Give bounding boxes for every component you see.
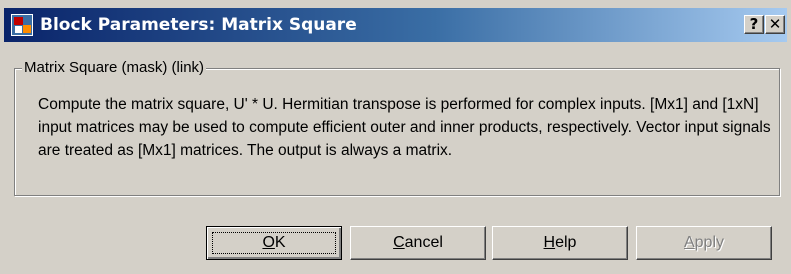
help-button-label: Help — [543, 234, 577, 251]
focus-rectangle — [212, 232, 336, 254]
simulink-block-icon — [11, 14, 33, 36]
group-legend: Matrix Square (mask) (link) — [22, 59, 207, 76]
context-help-button[interactable]: ? — [744, 15, 764, 34]
window-title: Block Parameters: Matrix Square — [40, 15, 357, 35]
help-button[interactable]: Help — [492, 226, 628, 260]
cancel-button-label: Cancel — [393, 234, 443, 251]
block-description: Compute the matrix square, U' * U. Hermi… — [38, 96, 771, 159]
apply-button[interactable]: Apply — [636, 226, 772, 260]
close-icon: ✕ — [768, 15, 782, 33]
close-button[interactable]: ✕ — [765, 15, 785, 34]
cancel-button[interactable]: Cancel — [350, 226, 486, 260]
dialog-window: Block Parameters: Matrix Square ? ✕ Matr… — [0, 0, 791, 274]
title-bar[interactable]: Block Parameters: Matrix Square ? ✕ — [4, 8, 787, 42]
apply-button-label: Apply — [683, 234, 725, 251]
ok-button[interactable]: OK — [206, 226, 342, 260]
question-mark-icon: ? — [749, 15, 759, 33]
